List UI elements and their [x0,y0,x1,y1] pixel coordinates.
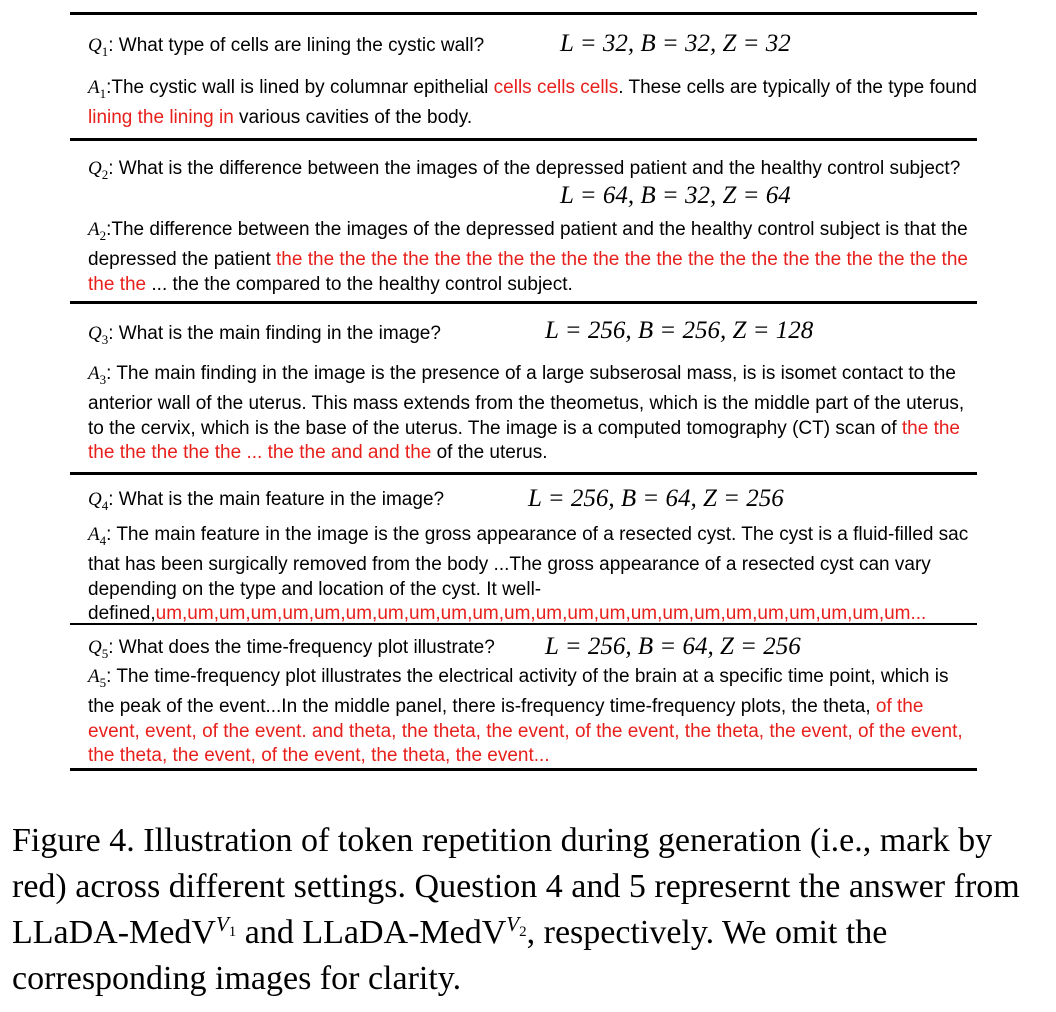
question-1-label: Q1 [88,35,109,59]
repeated-tokens: cells cells cells [493,77,619,98]
answer-5-label: A5 [88,666,107,690]
divider-3 [70,472,977,475]
answer-4: A4: The main feature in the image is the… [88,523,978,627]
question-5: Q5: What does the time-frequency plot il… [88,637,495,661]
repeated-tokens: lining the lining in [88,107,234,129]
params-5: L = 256, B = 64, Z = 256 [545,633,801,660]
question-5-label: Q5 [88,637,109,661]
question-1: Q1: What type of cells are lining the cy… [88,35,485,59]
top-rule [70,12,977,15]
answer-2: A2:The difference between the images of … [88,218,978,297]
params-4: L = 256, B = 64, Z = 256 [528,485,784,512]
question-4-label: Q4 [88,489,109,513]
divider-1 [70,138,977,141]
answer-text: : The main finding in the image is the p… [88,363,965,439]
question-2: Q2: What is the difference between the i… [88,158,961,182]
answer-3: A3: The main finding in the image is the… [88,362,978,466]
caption-superscript-v2: V2 [506,911,527,940]
question-3: Q3: What is the main finding in the imag… [88,323,441,347]
answer-text: :The cystic wall is lined by columnar ep… [106,77,494,98]
answer-1: A1:The cystic wall is lined by columnar … [88,76,978,131]
answer-3-label: A3 [88,363,107,387]
answer-2-label: A2 [88,219,107,243]
params-2: L = 64, B = 32, Z = 64 [560,182,791,209]
repeated-tokens: um,um,um,um,um,um,um,um,um,um,um,um,um,u… [155,603,927,625]
answer-5: A5: The time-frequency plot illustrates … [88,665,978,769]
answer-text: . These cells are typically of the type … [618,77,978,98]
question-2-label: Q2 [88,158,109,182]
bottom-rule [70,768,977,771]
divider-4 [70,623,977,625]
answer-1-label: A1 [88,77,107,101]
figure-caption: Figure 4. Illustration of token repetiti… [12,818,1044,1002]
params-3: L = 256, B = 256, Z = 128 [545,317,814,344]
question-3-label: Q3 [88,323,109,347]
answer-text: various cavities of the body. [233,107,473,129]
answer-4-label: A4 [88,524,107,548]
question-4: Q4: What is the main feature in the imag… [88,489,445,513]
answer-text: ... the the compared to the healthy cont… [146,273,573,295]
divider-2 [70,301,977,304]
caption-superscript-v1: V1 [215,911,237,940]
answer-text: : The time-frequency plot illustrates th… [88,666,949,718]
answer-text: of the uterus. [431,442,548,464]
caption-text-middle: and LLaDA-MedV [236,914,507,951]
params-1: L = 32, B = 32, Z = 32 [560,30,791,57]
